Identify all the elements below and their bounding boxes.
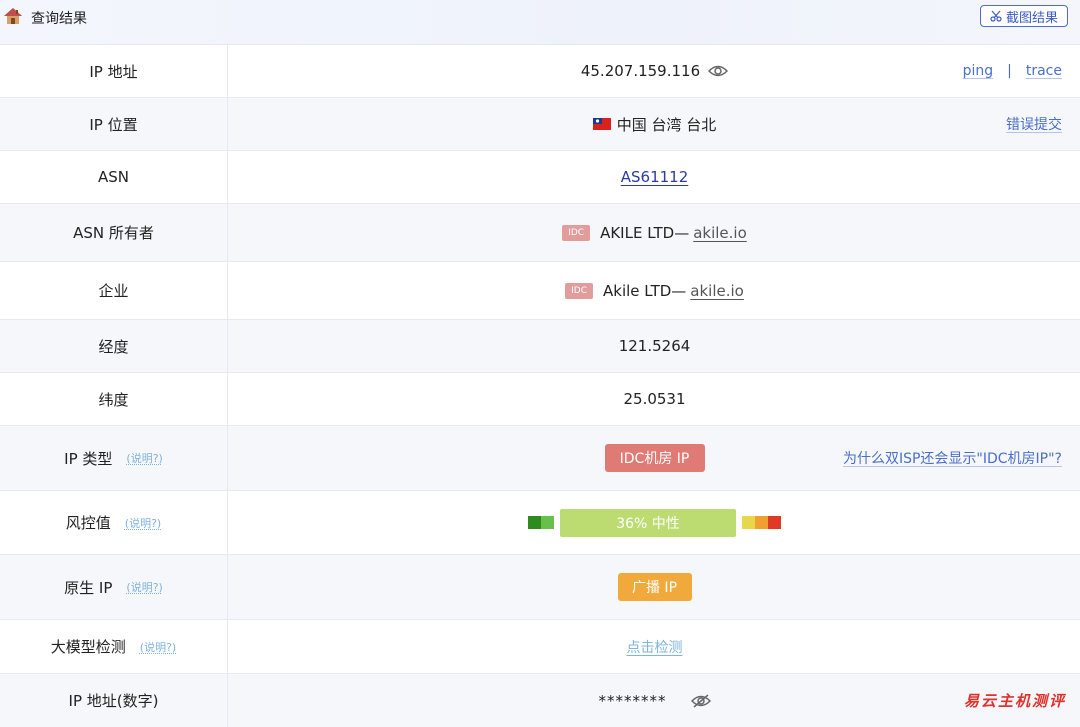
native-ip-value-cell: 广播 IP — [229, 555, 1080, 619]
longitude-label: 经度 — [0, 320, 228, 372]
risk-segment-low — [541, 516, 554, 529]
risk-label: 风控值 — [65, 514, 111, 532]
eye-off-icon[interactable] — [690, 693, 711, 708]
ip-numeric-masked-value: ******** — [598, 691, 667, 710]
latitude-label: 纬度 — [0, 373, 228, 425]
ip-type-label-cell: IP 类型 (说明?) — [0, 426, 228, 490]
broadcast-ip-badge: 广播 IP — [617, 573, 692, 601]
ping-link[interactable]: ping — [963, 63, 994, 79]
row-company: 企业 IDC Akile LTD— akile.io — [0, 262, 1080, 320]
watermark-logo: 易云主机测评 — [963, 692, 1066, 710]
page-title: 查询结果 — [31, 11, 87, 27]
llm-check-label-cell: 大模型检测 (说明?) — [0, 620, 228, 673]
risk-explain-link[interactable]: (说明?) — [125, 515, 161, 531]
ip-type-label: IP 类型 — [64, 449, 113, 468]
row-ip-address: IP 地址 45.207.159.116 ping | trace — [0, 45, 1080, 98]
row-asn: ASN AS61112 — [0, 151, 1080, 204]
house-icon — [4, 8, 22, 24]
asn-owner-label: ASN 所有者 — [0, 204, 228, 261]
risk-segment-very-high — [768, 516, 781, 529]
result-table: IP 地址 45.207.159.116 ping | trace IP 位置 … — [0, 45, 1080, 727]
asn-owner-domain-link[interactable]: akile.io — [693, 224, 747, 242]
risk-label-cell: 风控值 (说明?) — [0, 491, 228, 554]
ip-location-value-cell: 中国 台湾 台北 — [229, 98, 1080, 150]
latitude-value: 25.0531 — [623, 390, 686, 408]
company-value-cell: IDC Akile LTD— akile.io — [229, 262, 1080, 319]
ip-type-question-wrap: 为什么双ISP还会显示"IDC机房IP"? — [843, 426, 1062, 490]
report-error-link[interactable]: 错误提交 — [1006, 114, 1062, 134]
row-latitude: 纬度 25.0531 — [0, 373, 1080, 426]
asn-owner-name: AKILE LTD— — [600, 223, 690, 242]
result-header: 查询结果 截图结果 — [0, 0, 1080, 45]
ip-address-label: IP 地址 — [0, 45, 228, 97]
ping-trace-links: ping | trace — [963, 45, 1062, 97]
risk-segment-elevated — [742, 516, 755, 529]
scissors-icon — [990, 10, 1002, 22]
longitude-value: 121.5264 — [618, 337, 691, 355]
eye-icon[interactable] — [708, 64, 729, 78]
ip-address-value-cell: 45.207.159.116 — [229, 45, 1080, 97]
llm-check-explain-link[interactable]: (说明?) — [140, 639, 176, 655]
trace-link[interactable]: trace — [1026, 63, 1062, 79]
company-domain-link[interactable]: akile.io — [690, 282, 744, 300]
row-longitude: 经度 121.5264 — [0, 320, 1080, 373]
ip-location-value: 中国 台湾 台北 — [616, 115, 717, 134]
report-error-wrap: 错误提交 — [1006, 98, 1062, 150]
row-ip-type: IP 类型 (说明?) IDC机房 IP 为什么双ISP还会显示"IDC机房IP… — [0, 426, 1080, 491]
company-name: Akile LTD— — [603, 281, 687, 300]
ip-type-explain-link[interactable]: (说明?) — [126, 450, 162, 466]
risk-value-cell: 36% 中性 — [229, 491, 1080, 554]
idc-ip-badge: IDC机房 IP — [604, 444, 705, 472]
idc-badge: IDC — [562, 224, 591, 241]
click-detect-link[interactable]: 点击检测 — [627, 637, 683, 657]
row-asn-owner: ASN 所有者 IDC AKILE LTD— akile.io — [0, 204, 1080, 262]
native-ip-explain-link[interactable]: (说明?) — [126, 579, 162, 595]
ip-numeric-value-cell: ******** — [229, 674, 1080, 727]
llm-check-value-cell: 点击检测 — [229, 620, 1080, 673]
risk-segment-very-low — [528, 516, 541, 529]
row-ip-location: IP 位置 中国 台湾 台北 错误提交 — [0, 98, 1080, 151]
ip-numeric-label: IP 地址(数字) — [0, 674, 228, 727]
risk-score-bar: 36% 中性 — [560, 508, 736, 537]
ip-location-label: IP 位置 — [0, 98, 228, 150]
ip-address-value: 45.207.159.116 — [580, 62, 701, 80]
row-native-ip: 原生 IP (说明?) 广播 IP — [0, 555, 1080, 620]
asn-owner-value-cell: IDC AKILE LTD— akile.io — [229, 204, 1080, 261]
row-ip-numeric: IP 地址(数字) ******** 易云主机测评 — [0, 674, 1080, 727]
llm-check-label: 大模型检测 — [50, 638, 126, 656]
risk-scale: 36% 中性 — [528, 508, 781, 537]
company-label: 企业 — [0, 262, 228, 319]
asn-label: ASN — [0, 151, 228, 203]
native-ip-label-cell: 原生 IP (说明?) — [0, 555, 228, 619]
screenshot-result-button[interactable]: 截图结果 — [980, 5, 1068, 27]
asn-value-cell: AS61112 — [229, 151, 1080, 203]
native-ip-label: 原生 IP — [64, 578, 113, 597]
idc-badge: IDC — [565, 282, 593, 299]
dual-isp-question-link[interactable]: 为什么双ISP还会显示"IDC机房IP"? — [843, 448, 1062, 468]
screenshot-result-label: 截图结果 — [1005, 10, 1058, 26]
taiwan-flag-icon — [592, 118, 611, 130]
row-risk-score: 风控值 (说明?) 36% 中性 — [0, 491, 1080, 555]
risk-segment-high — [755, 516, 768, 529]
row-llm-check: 大模型检测 (说明?) 点击检测 — [0, 620, 1080, 674]
asn-link[interactable]: AS61112 — [621, 168, 689, 186]
link-separator: | — [1007, 63, 1012, 79]
